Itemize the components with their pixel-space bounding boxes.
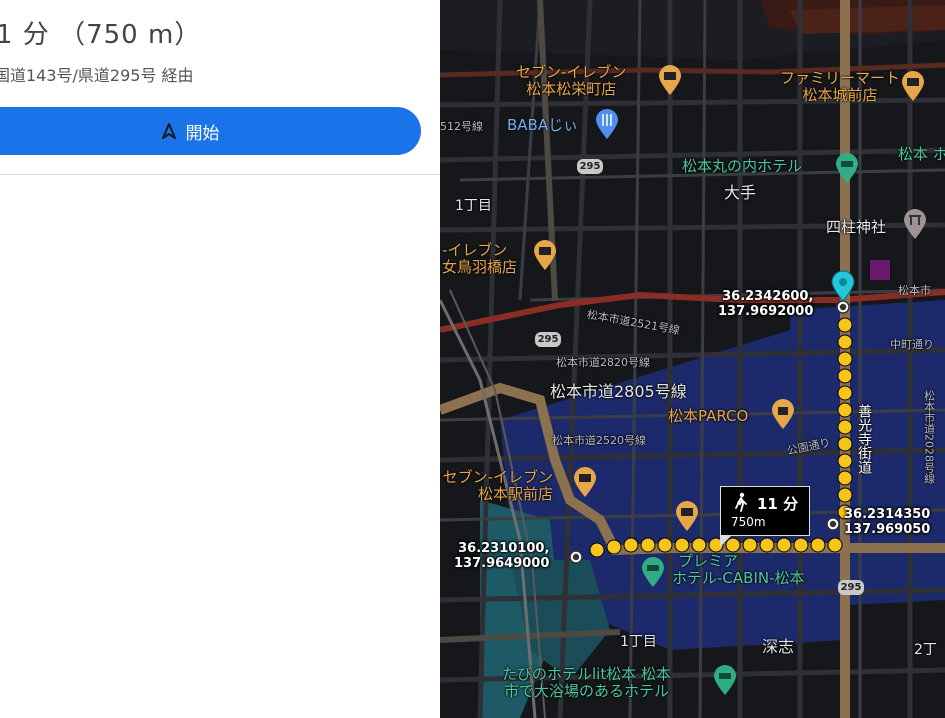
map-view[interactable]: 295 295 295 セブン-イレブン 松本松栄町店 ファミリーマート 松本城前店…: [440, 0, 945, 718]
road-label: 松本市: [898, 284, 931, 297]
road-label: 松本市道2520号線: [552, 434, 646, 447]
poi-label: プレミア ホテル-CABIN-松本: [672, 552, 805, 588]
route-path: [569, 300, 853, 564]
navigation-arrow-icon: [161, 123, 176, 139]
directions-panel: 1 分 （750 m） 国道143号/県道295号 経由 開始: [0, 0, 440, 718]
start-button-label: 開始: [185, 123, 220, 144]
poi-label: たびのホテルlit松本 松本 市で大浴場のあるホテル: [502, 665, 671, 701]
place-label: 1丁目: [455, 198, 492, 214]
poi-label: 松本PARCO: [668, 407, 749, 425]
coordinate-label: 36.2310100, 137.9649000: [454, 541, 550, 571]
place-label: 1丁目: [620, 634, 657, 650]
route-shield: 295: [577, 159, 603, 174]
coordinate-label: 36.2314350 137.969050: [844, 507, 931, 537]
poi-label: BABAじぃ: [507, 116, 579, 134]
poi-label: 松本丸の内ホテル: [682, 157, 803, 175]
route-duration: 1 分 （750 m）: [0, 20, 202, 50]
place-label: 大手: [724, 183, 757, 202]
place-label: 2丁: [914, 642, 937, 658]
road-label: 中町通り: [890, 338, 934, 351]
callout-pointer: [720, 535, 732, 547]
poi-label: -イレブン 女鳥羽橋店: [442, 241, 518, 277]
divider: [0, 174, 440, 175]
route-shield: 295: [535, 332, 561, 347]
poi-label: セブン-イレブン 松本松栄町店: [516, 63, 627, 99]
place-label: 深志: [762, 637, 795, 656]
walking-distance: 750m: [731, 515, 766, 529]
route-via: 国道143号/県道295号 経由: [0, 66, 194, 85]
road-label: 512号線: [440, 120, 483, 133]
road-label: 松本市道2820号線: [556, 356, 650, 369]
road-label: 松本市道2805号線: [550, 382, 687, 401]
walking-time: 11 分: [757, 495, 799, 513]
coordinate-label: 36.2342600, 137.9692000: [718, 289, 814, 319]
poi-label: 松本 ホ: [898, 145, 945, 163]
walking-time-callout[interactable]: 11 分 750m: [720, 486, 810, 547]
road-label: 松本市道2028号線: [922, 390, 936, 484]
poi-label: 四柱神社: [826, 218, 887, 236]
poi-label: ファミリーマート 松本城前店: [780, 69, 901, 105]
route-shield: 295: [838, 580, 864, 595]
start-navigation-button[interactable]: 開始: [0, 107, 421, 155]
road-label: 善光寺街道: [856, 404, 873, 474]
poi-label: セブン-イレブン 松本駅前店: [442, 468, 554, 504]
